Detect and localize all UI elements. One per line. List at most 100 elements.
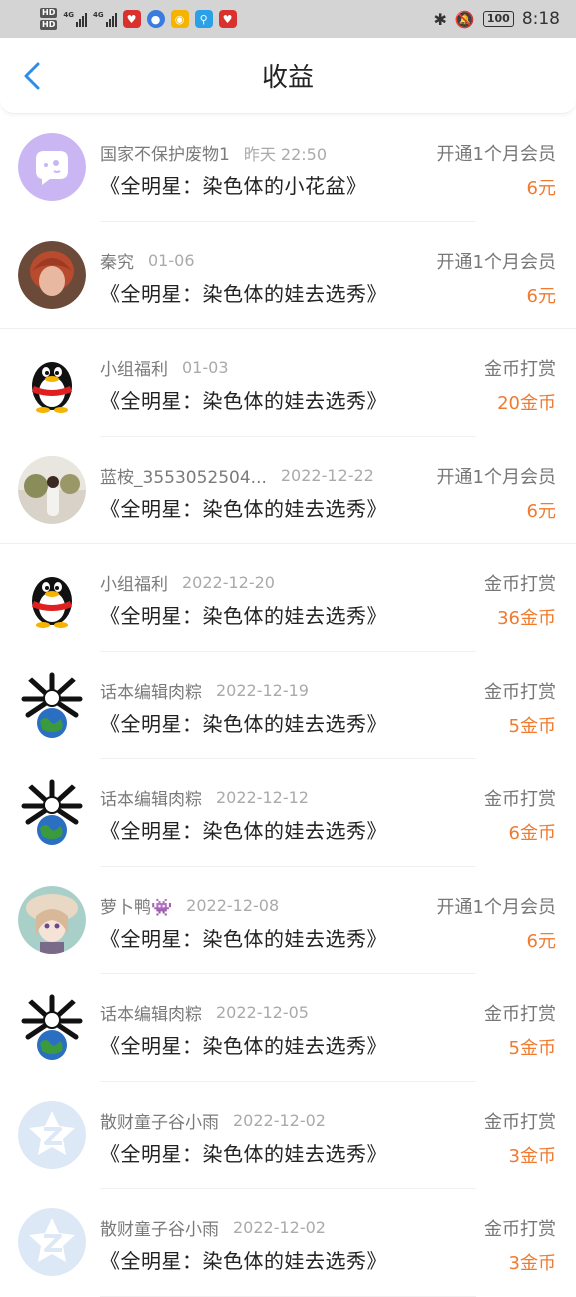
status-bar-left: HD HD 4G 4G ♥ ● ◉ ⚲ ♥ — [40, 8, 237, 30]
user-name: 蓝桉_3553052504... — [100, 467, 267, 488]
work-title: 《全明星：染色体的娃去选秀》 — [100, 496, 387, 521]
list-item[interactable]: 秦究 01-06 《全明星：染色体的娃去选秀》 开通1个月会员 6元 — [0, 222, 576, 330]
earning-type: 金币打赏 — [484, 1111, 556, 1133]
list-item[interactable]: 散财童子谷小雨 2022-12-02 《全明星：染色体的娃去选秀》 金币打赏 3金币 — [0, 1082, 576, 1190]
work-title: 《全明星：染色体的娃去选秀》 — [100, 926, 387, 951]
earning-amount: 5金币 — [508, 715, 556, 737]
user-name: 话本编辑肉粽 — [100, 790, 202, 810]
avatar[interactable] — [18, 240, 86, 309]
item-date: 01-03 — [182, 358, 229, 377]
chat-bubble-avatar-icon — [18, 133, 86, 201]
user-name: 散财童子谷小雨 — [100, 1220, 219, 1240]
earning-amount: 5金币 — [508, 1038, 556, 1059]
earning-type: 金币打赏 — [484, 359, 556, 380]
work-title: 《全明星：染色体的娃去选秀》 — [100, 389, 387, 413]
list-item[interactable]: 话本编辑肉粽 2022-12-19 《全明星：染色体的娃去选秀》 金币打赏 5金币 — [0, 652, 576, 760]
earning-amount: 6元 — [526, 930, 556, 952]
clock: 8:18 — [521, 9, 560, 29]
network-label: 4G — [63, 11, 74, 19]
avatar[interactable] — [18, 455, 86, 524]
earning-amount: 6元 — [526, 178, 556, 199]
item-date: 2022-12-08 — [186, 895, 280, 915]
earning-type: 金币打赏 — [484, 1219, 556, 1240]
earning-amount: 20金币 — [497, 393, 556, 414]
app-notification-icon: ♥ — [218, 10, 237, 28]
avatar[interactable] — [18, 993, 86, 1061]
item-date: 2022-12-02 — [233, 1218, 326, 1237]
earning-type: 开通1个月会员 — [436, 144, 556, 165]
list-item[interactable]: 小组福利 01-03 《全明星：染色体的娃去选秀》 金币打赏 20金币 — [0, 329, 576, 437]
item-meta: 小组福利 2022-12-20 — [100, 570, 275, 595]
page-header: 收益 — [0, 38, 576, 114]
back-button[interactable] — [18, 62, 46, 90]
app-notification-icon: ♥ — [122, 10, 141, 28]
item-meta: 散财童子谷小雨 2022-12-02 — [100, 1215, 326, 1240]
item-meta: 国家不保护废物1 昨天 22:50 — [100, 140, 327, 166]
user-name: 秦究 — [100, 252, 134, 273]
list-item[interactable]: 蓝桉_3553052504... 2022-12-22 《全明星：染色体的娃去选秀》… — [0, 437, 576, 545]
work-title: 《全明星：染色体的娃去选秀》 — [100, 819, 387, 843]
battery-icon: 100 — [482, 11, 514, 27]
bluetooth-icon: ✱ — [433, 9, 447, 29]
work-title: 《全明星：染色体的娃去选秀》 — [100, 1141, 387, 1166]
work-title: 《全明星：染色体的娃去选秀》 — [100, 1249, 387, 1273]
earning-amount: 6元 — [526, 500, 556, 522]
list-item[interactable]: 散财童子谷小雨 2022-12-02 《全明星：染色体的娃去选秀》 金币打赏 3金币 — [0, 1189, 576, 1297]
mute-icon: 🔕 — [454, 9, 475, 29]
item-meta: 话本编辑肉粽 2022-12-12 — [100, 785, 309, 810]
list-item[interactable]: 话本编辑肉粽 2022-12-05 《全明星：染色体的娃去选秀》 金币打赏 5金币 — [0, 974, 576, 1082]
user-name: 散财童子谷小雨 — [100, 1112, 219, 1133]
avatar[interactable] — [18, 778, 86, 846]
earning-type: 开通1个月会员 — [436, 466, 556, 488]
network-label: 4G — [92, 11, 104, 19]
penguin-avatar-icon — [18, 348, 86, 416]
item-date: 2022-12-19 — [216, 680, 309, 700]
list-item[interactable]: 话本编辑肉粽 2022-12-12 《全明星：染色体的娃去选秀》 金币打赏 6金币 — [0, 759, 576, 867]
work-title: 《全明星：染色体的娃去选秀》 — [100, 1034, 387, 1058]
item-date: 2022-12-05 — [216, 1003, 309, 1022]
page-title: 收益 — [261, 63, 314, 93]
earning-type: 金币打赏 — [484, 789, 556, 810]
item-date: 2022-12-22 — [280, 465, 374, 485]
earning-amount: 3金币 — [508, 1253, 556, 1274]
avatar[interactable] — [18, 348, 86, 416]
avatar[interactable] — [18, 885, 86, 954]
item-date: 2022-12-20 — [182, 573, 275, 592]
default-z-avatar-icon — [18, 1208, 86, 1276]
avatar[interactable] — [18, 563, 86, 631]
list-item[interactable]: 小组福利 2022-12-20 《全明星：染色体的娃去选秀》 金币打赏 36金币 — [0, 544, 576, 652]
earning-amount: 36金币 — [497, 608, 556, 629]
photo-avatar-outdoor-icon — [18, 455, 86, 524]
avatar[interactable] — [18, 1100, 86, 1169]
globe-avatar-icon — [18, 993, 86, 1061]
user-name: 小组福利 — [100, 575, 168, 595]
item-meta: 小组福利 01-03 — [100, 355, 229, 380]
list-item[interactable]: 国家不保护废物1 昨天 22:50 《全明星：染色体的小花盆》 开通1个月会员 6元 — [0, 114, 576, 222]
avatar[interactable] — [18, 670, 86, 739]
earning-type: 金币打赏 — [484, 1004, 556, 1025]
item-meta: 秦究 01-06 — [100, 248, 195, 273]
item-meta: 话本编辑肉粽 2022-12-19 — [100, 678, 309, 703]
status-bar: HD HD 4G 4G ♥ ● ◉ ⚲ ♥ ✱ 🔕 100 8:18 — [0, 0, 576, 38]
list-item[interactable]: 萝卜鸭👾 2022-12-08 《全明星：染色体的娃去选秀》 开通1个月会员 6元 — [0, 867, 576, 975]
item-meta: 散财童子谷小雨 2022-12-02 — [100, 1108, 326, 1133]
work-title: 《全明星：染色体的小花盆》 — [100, 174, 367, 198]
status-bar-right: ✱ 🔕 100 8:18 — [434, 9, 560, 29]
photo-avatar-redhair-icon — [18, 240, 86, 309]
anime-avatar-icon — [18, 885, 86, 954]
chevron-left-icon — [24, 62, 40, 90]
earning-amount: 6金币 — [508, 823, 556, 844]
weibo-icon: ◉ — [170, 10, 189, 28]
signal-icon: 4G — [63, 11, 87, 27]
globe-avatar-icon — [18, 778, 86, 846]
work-title: 《全明星：染色体的娃去选秀》 — [100, 281, 387, 306]
avatar[interactable] — [18, 133, 86, 201]
earning-type: 金币打赏 — [484, 681, 556, 703]
earnings-list: 国家不保护废物1 昨天 22:50 《全明星：染色体的小花盆》 开通1个月会员 6元 秦究… — [0, 114, 576, 1297]
penguin-avatar-icon — [18, 563, 86, 631]
avatar[interactable] — [18, 1208, 86, 1276]
earning-type: 开通1个月会员 — [436, 251, 556, 273]
work-title: 《全明星：染色体的娃去选秀》 — [100, 711, 387, 736]
earning-type: 开通1个月会员 — [436, 896, 556, 918]
default-z-avatar-icon — [18, 1100, 86, 1169]
